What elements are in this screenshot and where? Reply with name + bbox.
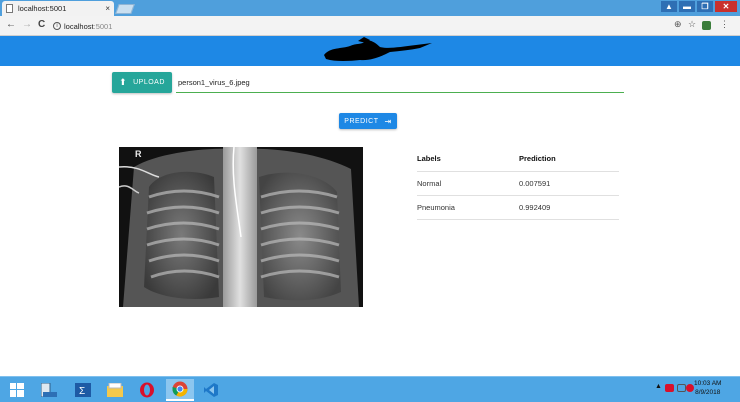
close-window-button[interactable]: ✕ [715,1,737,12]
powershell-icon[interactable]: Σ [72,380,94,400]
reload-icon[interactable]: C [38,19,45,30]
windows-start-icon[interactable] [6,380,28,400]
table-row: Normal 0.007591 [417,171,619,196]
row-label: Normal [417,171,519,196]
folder-icon[interactable] [104,380,126,400]
address-host: localhost [64,21,94,31]
chrome-menu-icon[interactable]: ⋮ [720,19,729,30]
clock-time: 10:03 AM [694,380,722,387]
forward-icon[interactable]: → [22,19,32,30]
row-label: Pneumonia [417,195,519,220]
windows-taskbar: Σ [0,376,740,402]
address-port: :5001 [93,21,113,31]
redacted-logo [324,37,432,61]
prediction-column-header: Prediction [519,147,619,172]
system-clock[interactable]: 10:03 AM 8/9/2018 [694,379,721,397]
back-icon[interactable]: ← [6,19,16,30]
new-tab-button[interactable] [115,4,135,14]
minimize-button[interactable]: ▬ [679,1,695,12]
file-explorer-icon[interactable] [38,380,60,400]
browser-toolbar: ← → C i localhost:5001 ⊕ ☆ ⋮ [0,16,740,36]
table-row: Pneumonia 0.992409 [417,195,619,220]
browser-tab-bar: localhost:5001 × ▲ ▬ ❐ ✕ [0,0,740,16]
volume-icon[interactable] [686,384,694,392]
zoom-icon[interactable]: ⊕ [674,19,682,30]
opera-icon[interactable] [136,380,158,400]
network-icon[interactable] [665,384,674,392]
tab-close-icon[interactable]: × [105,4,110,13]
extension-icon[interactable] [702,21,711,30]
chest-xray-image: R [119,147,363,307]
svg-text:Σ: Σ [79,386,85,397]
row-value: 0.007591 [519,171,619,196]
upload-button-label: UPLOAD [133,79,165,86]
upload-arrow-icon: ⬆ [119,77,128,87]
bookmark-star-icon[interactable]: ☆ [688,19,696,30]
browser-tab[interactable]: localhost:5001 × [2,1,114,16]
file-path-field[interactable]: person1_virus_6.jpeg [176,72,624,93]
enter-icon: ⇥ [384,116,392,126]
battery-icon[interactable] [677,384,686,392]
tray-caret-icon[interactable]: ▲ [655,383,662,390]
file-name: person1_virus_6.jpeg [178,77,250,87]
predict-button[interactable]: PREDICT ⇥ [339,113,397,129]
vscode-icon[interactable] [200,380,222,400]
predict-button-label: PREDICT [344,117,379,125]
address-bar[interactable]: i localhost:5001 [53,19,673,33]
upload-button[interactable]: ⬆ UPLOAD [112,72,172,93]
maximize-button[interactable]: ❐ [697,1,713,12]
labels-column-header: Labels [417,147,519,172]
profile-icon[interactable]: ▲ [661,1,677,12]
table-header-row: Labels Prediction [417,147,619,172]
row-value: 0.992409 [519,195,619,220]
tab-title: localhost:5001 [18,4,67,13]
chrome-icon[interactable] [166,379,194,401]
page-icon [6,4,13,13]
info-icon[interactable]: i [53,22,61,30]
prediction-table: Labels Prediction Normal 0.007591 Pneumo… [417,147,619,220]
xray-marker: R [135,149,142,159]
clock-date: 8/9/2018 [695,389,721,396]
